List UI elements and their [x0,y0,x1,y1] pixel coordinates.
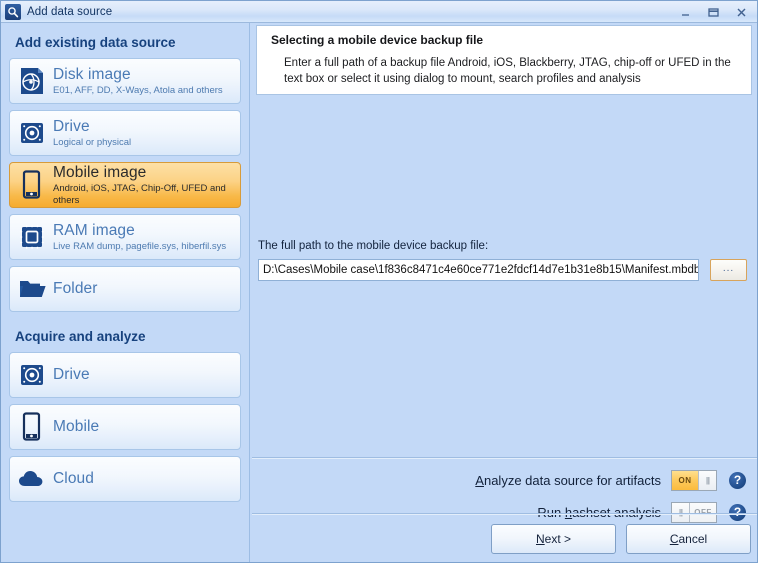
sidebar-item-label: Mobile image [53,164,240,182]
cancel-button-label: Cancel [670,532,707,546]
sidebar-item-sublabel: Live RAM dump, pagefile.sys, hiberfil.sy… [53,241,226,253]
sidebar-item-label: Mobile [53,417,99,437]
analyze-option-label: Analyze data source for artifacts [475,473,661,488]
next-button[interactable]: Next > [491,524,616,554]
cancel-rest: ancel [678,532,707,546]
instructions-box: Selecting a mobile device backup file En… [256,25,752,95]
sidebar-item-sublabel: Android, iOS, JTAG, Chip-Off, UFED and o… [53,183,240,207]
titlebar: Add data source [1,1,758,23]
sidebar-item-drive[interactable]: Drive Logical or physical [9,110,241,156]
sidebar-item-label: Drive [53,365,90,385]
analyze-label-rest: nalyze data source for artifacts [484,473,661,488]
path-field-label: The full path to the mobile device backu… [258,240,488,252]
cancel-button[interactable]: Cancel [626,524,751,554]
drive-icon [18,360,46,390]
sidebar-item-label: Drive [53,118,131,136]
cloud-icon [18,464,46,494]
folder-icon [18,274,46,304]
analyze-toggle-on-text: ON [672,471,698,490]
window-title: Add data source [27,6,112,18]
sidebar-item-mobile-image[interactable]: Mobile image Android, iOS, JTAG, Chip-Of… [9,162,241,208]
sidebar-item-disk-image[interactable]: Disk image E01, AFF, DD, X-Ways, Atola a… [9,58,241,104]
footer-separator [252,513,758,515]
ram-chip-icon [18,222,46,252]
mobile-icon [18,170,46,200]
sidebar-item-label: Disk image [53,66,223,84]
sidebar-section-title-acquire: Acquire and analyze [15,329,241,344]
hashset-label-rest: ashset analysis [572,505,661,520]
maximize-button[interactable] [699,2,727,22]
sidebar-item-label: Folder [53,279,98,299]
options-separator [252,457,758,459]
sidebar-item-acquire-drive[interactable]: Drive [9,352,241,398]
next-button-label: Next > [536,532,571,546]
hashset-help-icon[interactable]: ? [729,504,746,521]
hashset-label-prefix: Run [537,505,564,520]
sidebar-item-folder[interactable]: Folder [9,266,241,312]
browse-button[interactable]: ... [710,259,747,281]
sidebar-item-acquire-mobile[interactable]: Mobile [9,404,241,450]
hashset-toggle[interactable]: ||| OFF [671,502,717,523]
next-rest: ext > [545,532,571,546]
sidebar-item-sublabel: E01, AFF, DD, X-Ways, Atola and others [53,85,223,97]
add-data-source-window: Add data source Add existing data source [0,0,758,563]
close-button[interactable] [727,2,755,22]
sidebar: Add existing data source Disk image E01,… [1,23,250,563]
sidebar-item-sublabel: Logical or physical [53,137,131,149]
path-field-row: D:\Cases\Mobile case\1f836c8471c4e60ce77… [258,259,752,281]
mobile-icon [18,412,46,442]
hashset-toggle-off-text: OFF [690,503,716,522]
disk-image-icon [18,66,46,96]
option-row-hashset: Run hashset analysis ||| OFF ? [537,501,746,523]
minimize-button[interactable] [671,2,699,22]
path-input[interactable]: D:\Cases\Mobile case\1f836c8471c4e60ce77… [258,259,699,281]
analyze-toggle[interactable]: ON ||| [671,470,717,491]
magnifier-icon [5,4,21,20]
sidebar-item-acquire-cloud[interactable]: Cloud [9,456,241,502]
next-accel: N [536,532,545,546]
main-panel: Selecting a mobile device backup file En… [251,23,758,563]
analyze-accel: A [475,473,484,488]
sidebar-item-ram-image[interactable]: RAM image Live RAM dump, pagefile.sys, h… [9,214,241,260]
analyze-toggle-knob: ||| [698,471,716,490]
sidebar-section-title-add-existing: Add existing data source [15,35,241,50]
analyze-help-icon[interactable]: ? [729,472,746,489]
option-row-analyze: Analyze data source for artifacts ON |||… [475,469,746,491]
sidebar-item-label: RAM image [53,222,226,240]
hashset-toggle-knob: ||| [672,503,690,522]
page-title: Selecting a mobile device backup file [271,32,739,48]
hashset-option-label: Run hashset analysis [537,505,661,520]
window-controls [671,1,755,23]
page-description: Enter a full path of a backup file Andro… [271,55,739,87]
sidebar-item-label: Cloud [53,469,94,489]
drive-icon [18,118,46,148]
